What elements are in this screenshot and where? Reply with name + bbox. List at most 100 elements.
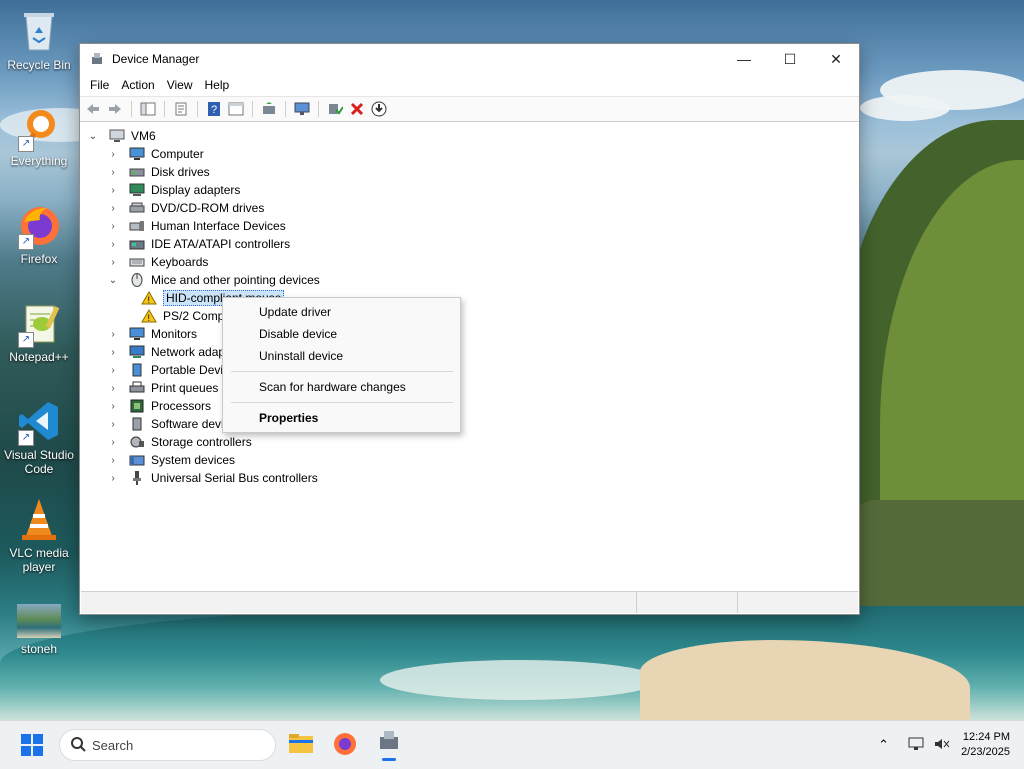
hid-icon xyxy=(129,219,145,233)
firefox-icon xyxy=(334,733,356,755)
close-button[interactable]: ✕ xyxy=(813,44,859,74)
firefox-icon: ↗ xyxy=(16,202,62,250)
tree-item-mice[interactable]: ⌄ Mice and other pointing devices xyxy=(107,271,320,289)
chevron-right-icon[interactable]: › xyxy=(107,346,119,358)
device-manager-window: Device Manager — ☐ ✕ File Action View He… xyxy=(79,43,860,615)
menu-item-update-driver[interactable]: Update driver xyxy=(259,305,331,319)
tree-item-disk-drives[interactable]: › Disk drives xyxy=(107,163,209,181)
chevron-right-icon[interactable]: › xyxy=(107,400,119,412)
menu-view[interactable]: View xyxy=(161,78,199,92)
desktop-icon-vscode[interactable]: ↗ Visual Studio Code xyxy=(1,398,77,476)
tree-item-label: Universal Serial Bus controllers xyxy=(151,471,318,485)
tree-item-processors[interactable]: › Processors xyxy=(107,397,211,415)
taskbar-firefox[interactable] xyxy=(332,731,358,760)
active-indicator xyxy=(382,758,396,761)
chevron-right-icon[interactable]: › xyxy=(107,166,119,178)
start-button[interactable] xyxy=(20,733,44,760)
chevron-right-icon[interactable]: › xyxy=(107,328,119,340)
volume-muted-icon[interactable] xyxy=(933,736,951,755)
clock[interactable]: 12:24 PM 2/23/2025 xyxy=(961,730,1010,760)
chevron-right-icon[interactable]: › xyxy=(107,184,119,196)
chevron-right-icon[interactable]: › xyxy=(107,454,119,466)
enable-device-icon[interactable] xyxy=(326,100,344,118)
tree-item-keyboards[interactable]: › Keyboards xyxy=(107,253,208,271)
desktop-icon-vlc[interactable]: VLC media player xyxy=(1,496,77,574)
tree-item-dvd-cdrom[interactable]: › DVD/CD-ROM drives xyxy=(107,199,264,217)
tree-item-ide[interactable]: › IDE ATA/ATAPI controllers xyxy=(107,235,290,253)
desktop-icon-stoneh[interactable]: stoneh xyxy=(1,604,77,656)
tree-item-label: Monitors xyxy=(151,327,198,341)
desktop-icon-firefox[interactable]: ↗ Firefox xyxy=(1,202,77,266)
vlc-cone-icon xyxy=(16,496,62,542)
tree-item-label: Display adapters xyxy=(151,183,241,197)
taskbar-file-explorer[interactable] xyxy=(288,731,314,758)
tree-item-usb-controllers[interactable]: › Universal Serial Bus controllers xyxy=(107,469,318,487)
desktop-icon-label: Visual Studio Code xyxy=(4,448,74,476)
chevron-right-icon[interactable]: › xyxy=(107,436,119,448)
scan-hardware-changes-icon[interactable] xyxy=(293,100,311,118)
image-thumbnail-icon xyxy=(17,604,61,638)
show-hide-console-tree-icon[interactable] xyxy=(139,100,157,118)
back-arrow-icon[interactable] xyxy=(84,100,102,118)
menu-item-scan-hardware[interactable]: Scan for hardware changes xyxy=(259,380,406,394)
title-bar[interactable]: Device Manager — ☐ ✕ xyxy=(80,44,859,74)
desktop-icon-notepadpp[interactable]: ↗ Notepad++ xyxy=(1,300,77,364)
menu-item-uninstall-device[interactable]: Uninstall device xyxy=(259,349,343,363)
maximize-button[interactable]: ☐ xyxy=(767,44,813,74)
chevron-right-icon[interactable]: › xyxy=(107,418,119,430)
notepadpp-icon: ↗ xyxy=(16,300,62,348)
network-icon[interactable] xyxy=(907,736,925,755)
chevron-right-icon[interactable]: › xyxy=(107,256,119,268)
storage-controller-icon xyxy=(129,435,145,449)
tree-item-label: Mice and other pointing devices xyxy=(151,273,320,287)
help-icon[interactable]: ? xyxy=(205,100,223,118)
tree-item-print-queues[interactable]: › Print queues xyxy=(107,379,218,397)
taskbar-device-manager[interactable] xyxy=(376,729,402,761)
action-pane-icon[interactable] xyxy=(227,100,245,118)
desktop-icon-label: Notepad++ xyxy=(9,350,69,364)
chevron-right-icon[interactable]: › xyxy=(107,238,119,250)
uninstall-device-icon[interactable] xyxy=(348,100,366,118)
tree-item-hid[interactable]: › Human Interface Devices xyxy=(107,217,286,235)
chevron-down-icon[interactable]: ⌄ xyxy=(107,274,119,286)
menu-action[interactable]: Action xyxy=(115,78,160,92)
menu-help[interactable]: Help xyxy=(199,78,236,92)
chevron-up-icon[interactable]: ⌃ xyxy=(878,737,889,753)
chevron-right-icon[interactable]: › xyxy=(107,472,119,484)
tree-item-portable-devices[interactable]: › Portable Device xyxy=(107,361,235,379)
tree-item-ps2-mouse[interactable]: ! PS/2 Comp xyxy=(141,307,224,325)
forward-arrow-icon[interactable] xyxy=(106,100,124,118)
tree-item-label: Human Interface Devices xyxy=(151,219,286,233)
desktop-icon-everything[interactable]: ↗ Everything xyxy=(1,104,77,168)
tree-item-label: PS/2 Comp xyxy=(163,309,225,323)
status-cell xyxy=(637,592,739,613)
menu-item-disable-device[interactable]: Disable device xyxy=(259,327,337,341)
desktop-icon-label: VLC media player xyxy=(9,546,69,574)
taskbar-search[interactable]: Search xyxy=(59,729,276,761)
tree-item-network-adapters[interactable]: › Network adapt xyxy=(107,343,228,361)
windows-logo-icon xyxy=(21,734,43,756)
tree-item-software-devices[interactable]: › Software devic xyxy=(107,415,229,433)
tree-item-computer[interactable]: › Computer xyxy=(107,145,203,163)
menu-item-properties[interactable]: Properties xyxy=(259,411,318,425)
disable-device-icon[interactable] xyxy=(370,100,388,118)
tree-item-storage-controllers[interactable]: › Storage controllers xyxy=(107,433,251,451)
chevron-down-icon[interactable]: ⌄ xyxy=(87,130,99,142)
desktop-icon-recycle-bin[interactable]: Recycle Bin xyxy=(1,8,77,72)
chevron-right-icon[interactable]: › xyxy=(107,202,119,214)
tree-item-system-devices[interactable]: › System devices xyxy=(107,451,235,469)
minimize-button[interactable]: — xyxy=(721,44,767,74)
menu-file[interactable]: File xyxy=(84,78,115,92)
chevron-right-icon[interactable]: › xyxy=(107,220,119,232)
tree-item-monitors[interactable]: › Monitors xyxy=(107,325,197,343)
chevron-right-icon[interactable]: › xyxy=(107,148,119,160)
mouse-icon xyxy=(129,273,145,287)
tree-root[interactable]: ⌄ VM6 xyxy=(87,127,156,145)
update-driver-icon[interactable] xyxy=(260,100,278,118)
chevron-right-icon[interactable]: › xyxy=(107,364,119,376)
tree-root-label: VM6 xyxy=(131,129,156,143)
properties-sheet-icon[interactable] xyxy=(172,100,190,118)
tree-item-display-adapters[interactable]: › Display adapters xyxy=(107,181,240,199)
tree-item-label: IDE ATA/ATAPI controllers xyxy=(151,237,291,251)
chevron-right-icon[interactable]: › xyxy=(107,382,119,394)
